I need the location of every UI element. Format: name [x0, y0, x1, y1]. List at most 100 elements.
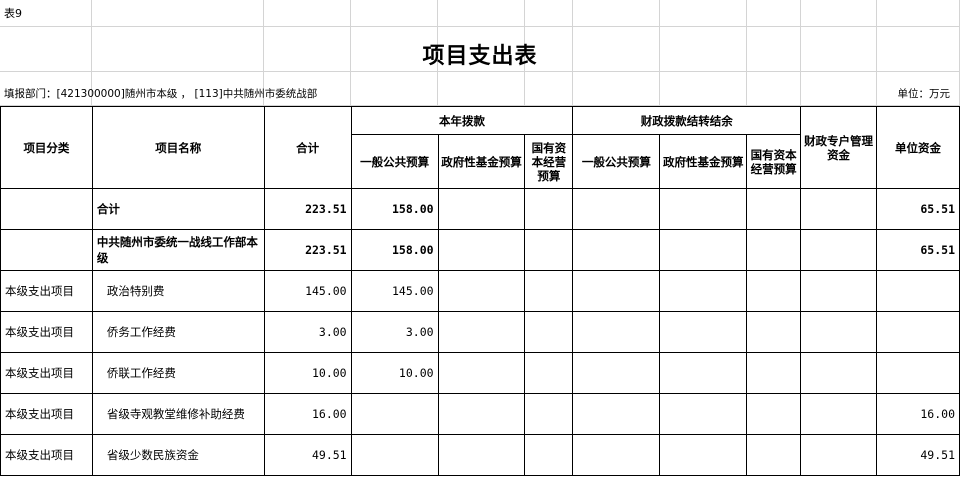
cell-total: 49.51 — [263, 434, 352, 476]
cell-category — [0, 229, 93, 271]
cell-general: 158.00 — [350, 188, 439, 230]
grid-cell — [801, 72, 877, 106]
header-unit-funds: 单位资金 — [876, 106, 960, 189]
cell-special — [800, 188, 878, 230]
cell-general: 145.00 — [350, 270, 439, 312]
cell-unit-funds — [876, 270, 960, 312]
cell-co-general — [572, 229, 661, 271]
cell-co-general — [572, 352, 661, 394]
header-carryover-state-capital-budget: 国有资本经营预算 — [746, 134, 802, 189]
cell-unit-funds: 65.51 — [876, 229, 960, 271]
cell-state-capital — [524, 311, 574, 353]
cell-special — [800, 434, 878, 476]
cell-co-gov-fund — [659, 393, 748, 435]
cell-gov-fund — [437, 393, 526, 435]
cell-general: 3.00 — [350, 311, 439, 353]
header-carryover-balance: 财政拨款结转结余 — [572, 106, 802, 135]
cell-gov-fund — [437, 229, 526, 271]
header-project-name: 项目名称 — [91, 106, 265, 189]
cell-gov-fund — [437, 188, 526, 230]
grid-cell — [660, 0, 747, 27]
header-carryover-gov-fund-budget: 政府性基金预算 — [659, 134, 748, 189]
cell-category: 本级支出项目 — [0, 352, 93, 394]
cell-name: 合计 — [91, 188, 265, 230]
cell-special — [800, 229, 878, 271]
cell-total: 223.51 — [263, 188, 352, 230]
page-title: 项目支出表 — [422, 44, 538, 69]
cell-name: 侨联工作经费 — [91, 352, 265, 394]
cell-category: 本级支出项目 — [0, 270, 93, 312]
cell-co-general — [572, 311, 661, 353]
grid-cell — [747, 72, 801, 106]
cell-co-gov-fund — [659, 434, 748, 476]
cell-state-capital — [524, 352, 574, 394]
grid-cell — [573, 72, 660, 106]
header-carryover-general-budget: 一般公共预算 — [572, 134, 661, 189]
header-state-capital-budget: 国有资本经营预算 — [524, 134, 574, 189]
cell-co-gov-fund — [659, 229, 748, 271]
cell-total: 223.51 — [263, 229, 352, 271]
cell-gov-fund — [437, 270, 526, 312]
cell-unit-funds: 16.00 — [876, 393, 960, 435]
cell-co-state-capital — [746, 188, 802, 230]
cell-gov-fund — [437, 434, 526, 476]
cell-category — [0, 188, 93, 230]
cell-name: 侨务工作经费 — [91, 311, 265, 353]
grid-cell — [92, 0, 264, 27]
grid-cell — [747, 0, 801, 27]
grid-cell — [264, 0, 351, 27]
cell-state-capital — [524, 270, 574, 312]
cell-name: 省级寺观教堂维修补助经费 — [91, 393, 265, 435]
cell-special — [800, 311, 878, 353]
grid-cell — [438, 72, 525, 106]
cell-total: 16.00 — [263, 393, 352, 435]
unit-label: 单位：万元 — [897, 88, 951, 100]
cell-unit-funds: 65.51 — [876, 188, 960, 230]
table-row: 本级支出项目 省级少数民族资金 49.51 49.51 — [0, 434, 960, 476]
table-row: 本级支出项目 侨联工作经费 10.00 10.00 — [0, 352, 960, 394]
cell-unit-funds: 49.51 — [876, 434, 960, 476]
cell-co-gov-fund — [659, 311, 748, 353]
table-row: 本级支出项目 政治特别费 145.00 145.00 — [0, 270, 960, 312]
grid-cell — [525, 0, 573, 27]
cell-total: 145.00 — [263, 270, 352, 312]
table-row: 本级支出项目 侨务工作经费 3.00 3.00 — [0, 311, 960, 353]
reporting-department: 填报部门：[421300000]随州市本级 ， [113]中共随州市委统战部 — [4, 88, 318, 100]
grid-cell — [801, 0, 877, 27]
cell-total: 10.00 — [263, 352, 352, 394]
cell-co-state-capital — [746, 311, 802, 353]
cell-co-state-capital — [746, 352, 802, 394]
grid-cell — [877, 0, 960, 27]
cell-special — [800, 270, 878, 312]
sheet-label: 表9 — [4, 7, 22, 20]
cell-general — [350, 434, 439, 476]
table-row: 合计 223.51 158.00 65.51 — [0, 188, 960, 230]
cell-co-state-capital — [746, 270, 802, 312]
cell-co-state-capital — [746, 434, 802, 476]
cell-co-general — [572, 393, 661, 435]
cell-category: 本级支出项目 — [0, 393, 93, 435]
grid-cell — [351, 0, 438, 27]
cell-general: 10.00 — [350, 352, 439, 394]
cell-co-gov-fund — [659, 270, 748, 312]
header-special-account-funds: 财政专户管理资金 — [800, 106, 878, 189]
project-expenditure-table: 项目分类 项目名称 合计 本年拨款 财政拨款结转结余 财政专户管理资金 单位资金… — [0, 106, 960, 476]
cell-gov-fund — [437, 352, 526, 394]
cell-co-general — [572, 188, 661, 230]
header-total: 合计 — [263, 106, 352, 189]
header-category: 项目分类 — [0, 106, 93, 189]
cell-co-state-capital — [746, 229, 802, 271]
cell-unit-funds — [876, 352, 960, 394]
grid-cell — [438, 0, 525, 27]
cell-name: 中共随州市委统一战线工作部本级 — [91, 229, 265, 271]
cell-category: 本级支出项目 — [0, 311, 93, 353]
cell-state-capital — [524, 229, 574, 271]
cell-co-general — [572, 270, 661, 312]
cell-gov-fund — [437, 311, 526, 353]
cell-co-gov-fund — [659, 188, 748, 230]
cell-state-capital — [524, 393, 574, 435]
grid-cell — [351, 72, 438, 106]
cell-general — [350, 393, 439, 435]
table-row: 中共随州市委统一战线工作部本级 223.51 158.00 65.51 — [0, 229, 960, 271]
cell-co-state-capital — [746, 393, 802, 435]
